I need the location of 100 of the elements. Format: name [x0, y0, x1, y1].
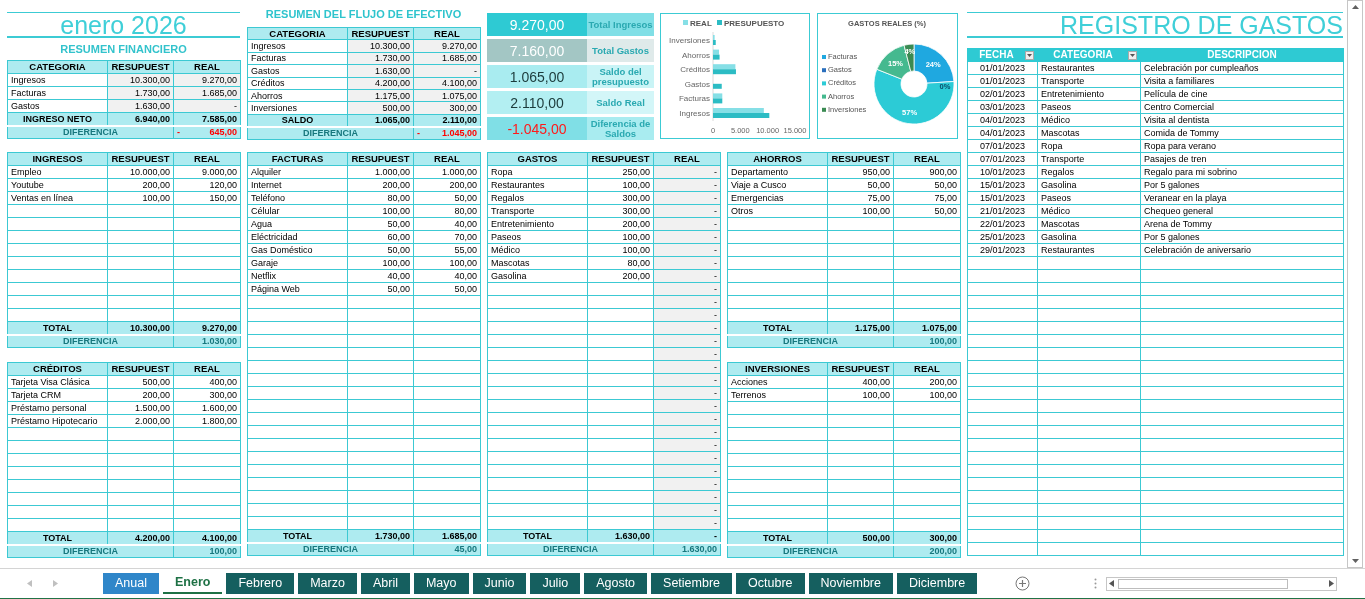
- table-cell: 1.600,00: [173, 401, 241, 415]
- table-cell: 100,00: [587, 178, 654, 192]
- table-cell: 100,00: [893, 388, 961, 402]
- column-header: INGRESOS: [7, 152, 108, 166]
- table-cell: Restaurantes: [1037, 61, 1141, 75]
- kpi-value: 7.160,00: [487, 39, 587, 62]
- sheet-tab[interactable]: Agosto: [584, 573, 648, 594]
- column-header: FACTURAS: [247, 152, 348, 166]
- table-cell: 120,00: [173, 178, 241, 192]
- table-cell: Departamento: [727, 165, 828, 179]
- table-cell: Paseos: [1037, 191, 1141, 205]
- table-cell: Celebración por cumpleaños: [1140, 61, 1344, 75]
- table-cell: Internet: [247, 178, 348, 192]
- column-header: CATEGORIA: [247, 27, 348, 40]
- table-cell: Otros: [727, 204, 828, 218]
- table-cell: Ingresos: [7, 73, 108, 87]
- legend-label: PRESUPUESTO: [724, 18, 785, 28]
- column-header: CRÉDITOS: [7, 362, 108, 376]
- table-cell: Ingresos: [247, 39, 348, 53]
- table-cell: Créditos: [247, 77, 348, 90]
- sheet-tab[interactable]: Noviembre: [808, 573, 893, 594]
- sheet-tab[interactable]: Julio: [530, 573, 581, 594]
- register-title: REGISTRO DE GASTOS: [1060, 13, 1343, 37]
- filter-button[interactable]: [1025, 50, 1034, 60]
- table-cell: 300,00: [587, 204, 654, 218]
- difference-value: 200,00: [929, 546, 957, 557]
- sheet-tab[interactable]: Abril: [360, 573, 410, 594]
- difference-label: DIFERENCIA: [487, 542, 654, 556]
- table-cell: Transporte: [1037, 152, 1141, 166]
- difference-value: 45,00: [454, 544, 477, 555]
- column-header: GASTOS: [487, 152, 588, 166]
- table-cell: Alquiler: [247, 165, 348, 179]
- table-cell: Entretenimiento: [1037, 87, 1141, 101]
- kpi-label: Diferencia de Saldos: [587, 117, 654, 140]
- table-cell: 70,00: [413, 230, 481, 244]
- sheet-tab[interactable]: Mayo: [413, 573, 469, 594]
- table-cell: 22/01/2023: [967, 217, 1038, 231]
- scroll-up-icon[interactable]: [1351, 5, 1359, 9]
- table-cell: Regalos: [487, 191, 588, 205]
- table-cell: 950,00: [827, 165, 894, 179]
- table-cell: Terrenos: [727, 388, 828, 402]
- difference-label: DIFERENCIA: [727, 544, 894, 558]
- table-cell: 900,00: [893, 165, 961, 179]
- kpi-label: Total Ingresos: [587, 13, 654, 36]
- table-cell: Paseos: [1037, 100, 1141, 114]
- table-cell: Teléfono: [247, 191, 348, 205]
- more-icon[interactable]: [1094, 578, 1098, 589]
- table-cell: Gasolina: [1037, 178, 1141, 192]
- table-cell: Restaurantes: [1037, 243, 1141, 257]
- table-cell: Tarjeta Visa Clásica: [7, 375, 108, 389]
- table-cell: 200,00: [893, 375, 961, 389]
- table-cell: Arena de Tommy: [1140, 217, 1344, 231]
- column-header: REAL: [653, 152, 721, 166]
- table-cell: Ahorros: [247, 89, 348, 102]
- sheet-tab[interactable]: Anual: [103, 573, 159, 594]
- month-title: enero 2026: [60, 13, 187, 37]
- table-cell: Facturas: [7, 86, 108, 100]
- column-header: FECHA: [978, 50, 1015, 60]
- table-cell: Viaje a Cusco: [727, 178, 828, 192]
- table-cell: Préstamo personal: [7, 401, 108, 415]
- table-cell: Entretenimiento: [487, 217, 588, 231]
- sheet-tab[interactable]: Octubre: [736, 573, 805, 594]
- table-cell: Célular: [247, 204, 348, 218]
- sheet-tab[interactable]: Febrero: [226, 573, 295, 594]
- table-cell: 04/01/2023: [967, 126, 1038, 140]
- add-sheet-icon[interactable]: [1015, 576, 1031, 591]
- table-cell: Facturas: [247, 52, 348, 65]
- sheet-tab[interactable]: Marzo: [298, 573, 357, 594]
- difference-label: DIFERENCIA: [7, 125, 174, 139]
- kpi-label: Total Gastos: [587, 39, 654, 62]
- table-cell: 1.500,00: [107, 401, 174, 415]
- scroll-down-icon[interactable]: [1351, 559, 1359, 563]
- table-cell: 200,00: [587, 217, 654, 231]
- scroll-left-icon[interactable]: [1109, 580, 1115, 587]
- table-cell: 07/01/2023: [967, 139, 1038, 153]
- table-cell: Eléctricidad: [247, 230, 348, 244]
- sheet-tab[interactable]: Diciembre: [896, 573, 978, 594]
- kpi-value: 1.065,00: [487, 65, 587, 88]
- sheet-tab[interactable]: Setiembre: [651, 573, 733, 594]
- difference-value: 100,00: [209, 546, 237, 557]
- minus-sign: -: [417, 128, 420, 139]
- table-cell: 50,00: [413, 191, 481, 205]
- table-cell: Chequeo general: [1140, 204, 1344, 218]
- table-cell: 60,00: [347, 230, 414, 244]
- horizontal-scrollbar[interactable]: [1106, 576, 1338, 591]
- difference-label: DIFERENCIA: [247, 126, 414, 139]
- column-header: REAL: [173, 362, 241, 376]
- table-cell: Médico: [1037, 113, 1141, 127]
- difference-value: 1.045,00: [441, 128, 477, 139]
- filter-button[interactable]: [1128, 50, 1137, 60]
- table-cell: Celebración de aniversario: [1140, 243, 1344, 257]
- sheet-tab[interactable]: Junio: [472, 573, 527, 594]
- table-cell: 50,00: [893, 204, 961, 218]
- scroll-right-icon[interactable]: [1329, 580, 1335, 587]
- column-header: REAL: [173, 152, 241, 166]
- table-cell: 1.000,00: [413, 165, 481, 179]
- table-cell: Mascotas: [1037, 126, 1141, 140]
- table-cell: 100,00: [347, 256, 414, 270]
- table-cell: 40,00: [413, 269, 481, 283]
- difference-value: 1.630,00: [681, 544, 717, 555]
